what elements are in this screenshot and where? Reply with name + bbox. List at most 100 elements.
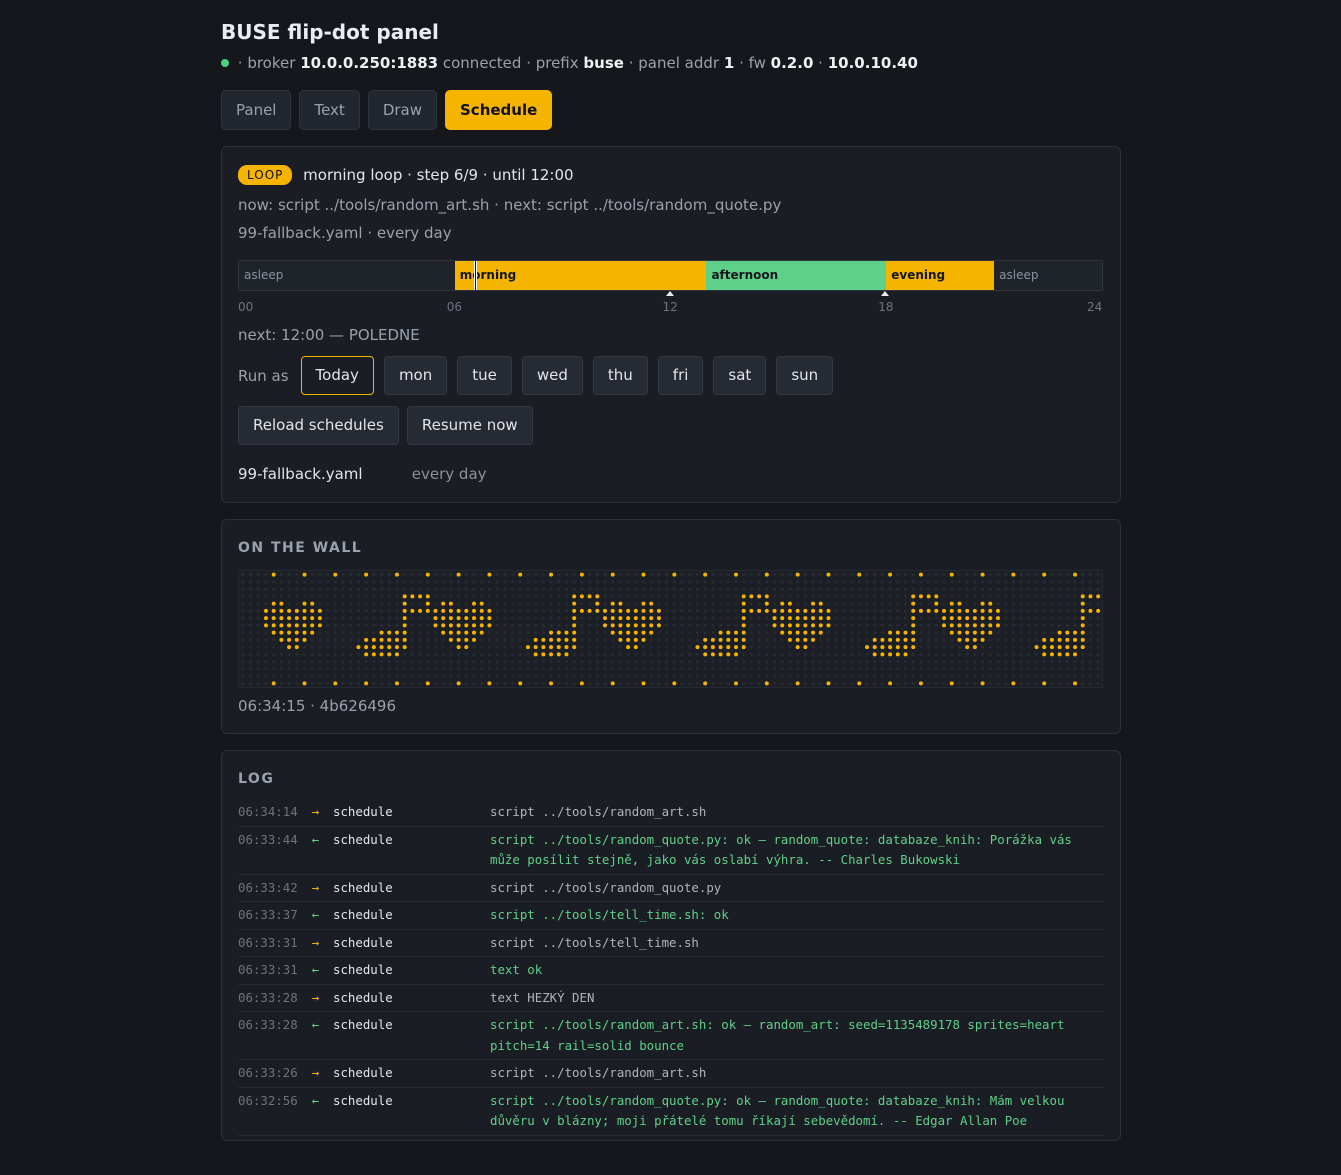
dot-off: [1004, 645, 1008, 649]
dot-off: [1034, 660, 1039, 664]
run-as-sun[interactable]: sun: [776, 356, 834, 395]
log-message: text ok: [490, 962, 543, 977]
dot-off: [1065, 609, 1069, 613]
dot-on: [279, 630, 284, 635]
run-as-mon[interactable]: mon: [383, 356, 448, 395]
dot-on: [279, 623, 284, 628]
dot-on: [972, 645, 977, 650]
dot-off: [665, 594, 669, 598]
dot-on: [880, 645, 885, 650]
dot-off: [634, 580, 638, 584]
dot-on: [787, 608, 792, 613]
dot-off: [564, 623, 569, 627]
dot-off: [1027, 616, 1031, 620]
dot-off: [264, 573, 268, 577]
dot-off: [241, 602, 245, 606]
dot-off: [256, 660, 260, 664]
dot-off: [942, 674, 946, 678]
dot-off: [849, 674, 854, 678]
dot-off: [718, 587, 723, 591]
dot-off: [241, 638, 245, 642]
tab-draw[interactable]: Draw: [367, 90, 437, 130]
dot-off: [595, 681, 599, 685]
dot-on: [641, 681, 646, 686]
dot-off: [903, 594, 908, 598]
dot-off: [749, 667, 754, 671]
dot-off: [695, 573, 700, 577]
run-as-tue[interactable]: tue: [457, 356, 512, 395]
tab-panel[interactable]: Panel: [221, 90, 292, 130]
dot-off: [518, 631, 522, 635]
dot-off: [919, 638, 923, 642]
dot-off: [749, 638, 754, 642]
dot-off: [765, 580, 769, 584]
dot-off: [657, 667, 661, 671]
reload-schedules-button[interactable]: Reload schedules: [238, 406, 399, 445]
dot-on: [287, 623, 292, 628]
dot-on: [749, 608, 754, 613]
dot-off: [1096, 660, 1100, 664]
run-as-sat[interactable]: sat: [713, 356, 767, 395]
dot-off: [711, 623, 715, 627]
dot-on: [795, 637, 800, 642]
dot-on: [911, 630, 916, 635]
dot-on: [456, 681, 461, 686]
resume-now-button[interactable]: Resume now: [406, 406, 533, 445]
panel-addr-label: · panel addr: [628, 54, 720, 72]
dot-off: [557, 674, 561, 678]
tab-text[interactable]: Text: [299, 90, 360, 130]
dot-off: [903, 616, 908, 620]
dot-off: [919, 580, 923, 584]
dot-off: [418, 573, 422, 577]
tab-schedule[interactable]: Schedule: [445, 90, 553, 130]
dot-off: [988, 652, 992, 656]
run-as-fri[interactable]: fri: [657, 356, 704, 395]
dot-off: [680, 587, 684, 591]
dot-off: [564, 609, 569, 613]
dot-off: [433, 660, 438, 664]
dot-off: [626, 667, 630, 671]
tab-bar: Panel Text Draw Schedule: [221, 90, 553, 130]
dot-off: [957, 587, 962, 591]
dot-off: [641, 660, 646, 664]
dot-off: [965, 594, 969, 598]
dot-on: [572, 630, 577, 635]
log-list: 06:34:14 → schedule script ../tools/random_…: [238, 799, 1104, 1140]
dot-off: [672, 645, 676, 649]
dot-off: [649, 594, 653, 598]
run-as-wed[interactable]: wed: [521, 356, 583, 395]
dot-off: [603, 660, 607, 664]
schedule-file-row[interactable]: 99-fallback.yaml every day: [238, 465, 487, 483]
dot-off: [1019, 609, 1023, 613]
dot-on: [980, 623, 985, 628]
dot-off: [865, 623, 869, 627]
dot-off: [549, 660, 553, 664]
dot-on: [418, 608, 423, 613]
dot-off: [888, 580, 892, 584]
dot-off: [403, 573, 407, 577]
dot-on: [549, 681, 554, 686]
dot-off: [464, 573, 468, 577]
dot-off: [626, 602, 630, 606]
dot-off: [903, 580, 908, 584]
dot-off: [549, 623, 553, 627]
dot-off: [826, 602, 831, 606]
dot-off: [988, 645, 992, 649]
dot-off: [241, 587, 245, 591]
dot-off: [611, 580, 615, 584]
dot-off: [1019, 616, 1023, 620]
run-as-today[interactable]: Today: [300, 356, 374, 395]
run-as-thu[interactable]: thu: [592, 356, 648, 395]
dot-off: [703, 660, 707, 664]
dot-off: [272, 652, 276, 656]
dot-off: [880, 573, 884, 577]
dot-off: [649, 667, 653, 671]
dot-off: [1081, 667, 1085, 671]
dot-off: [873, 602, 877, 606]
dot-off: [919, 674, 923, 678]
arrow-left-icon: ←: [311, 1092, 320, 1108]
dot-off: [973, 594, 977, 598]
dot-off: [526, 631, 530, 635]
dot-on: [364, 645, 369, 650]
dot-on: [903, 645, 908, 650]
